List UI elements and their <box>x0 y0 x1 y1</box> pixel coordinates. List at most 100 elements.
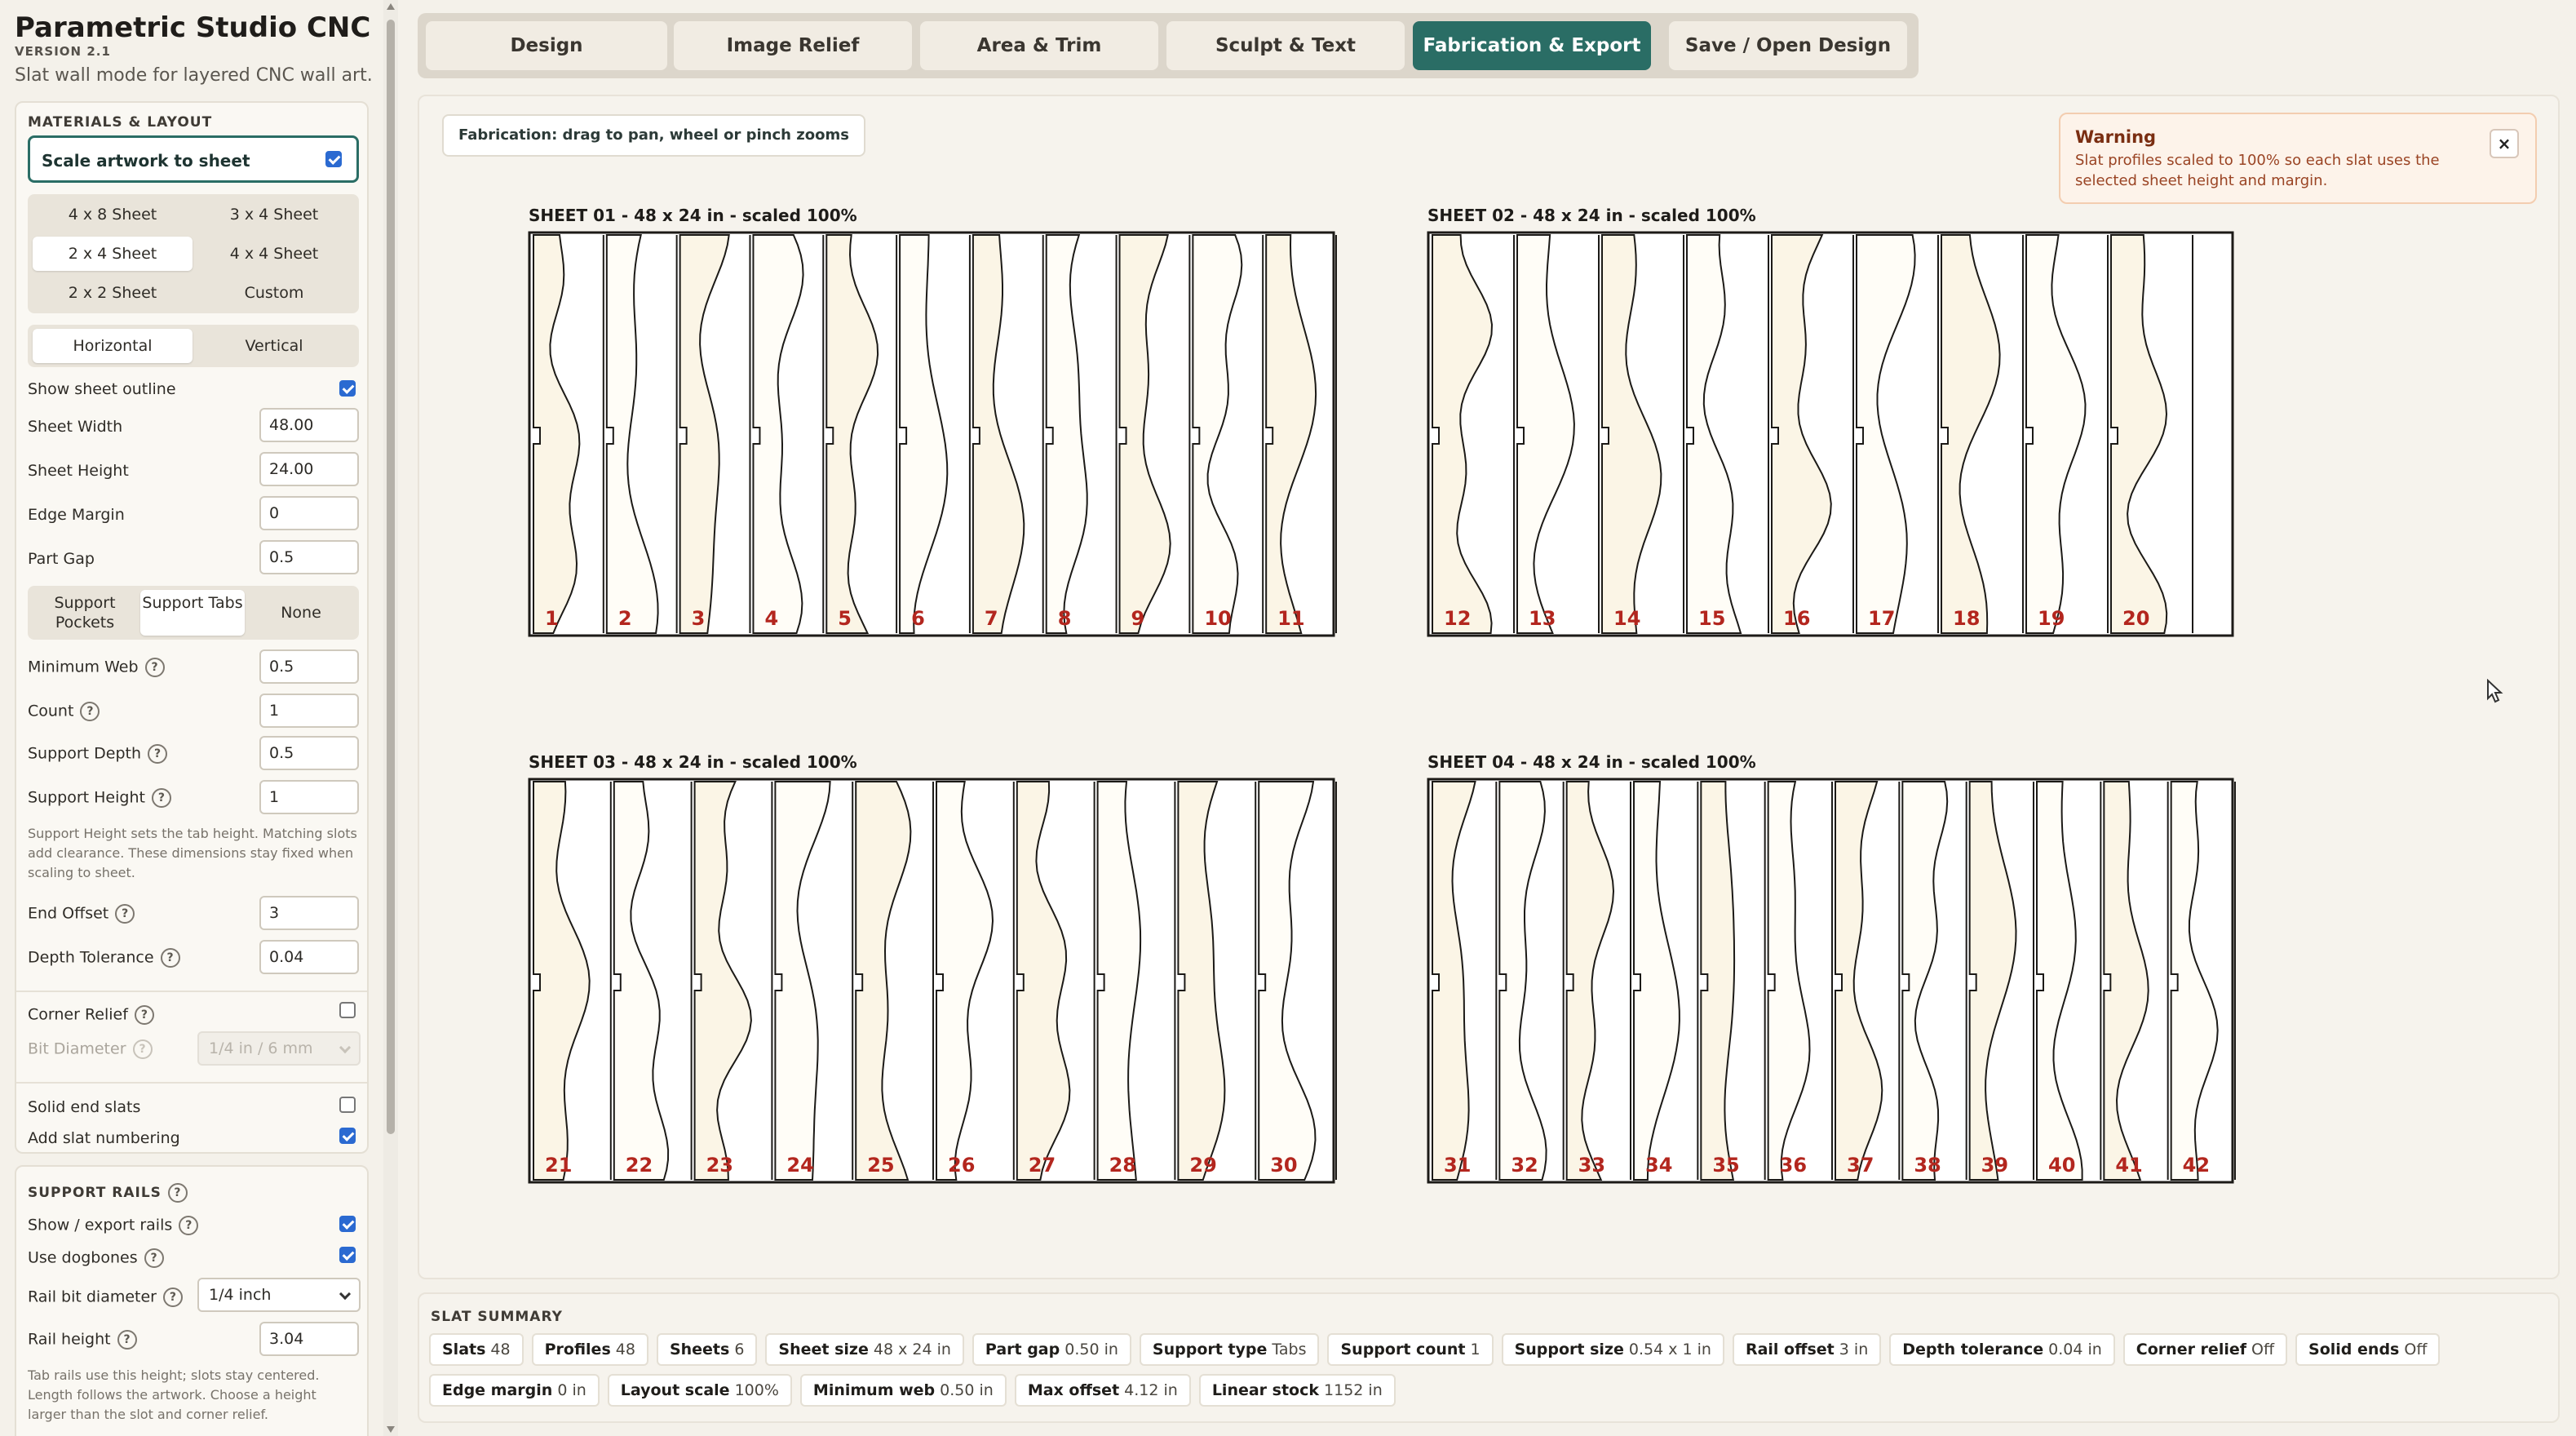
preset-custom[interactable]: Custom <box>194 276 354 310</box>
count-input[interactable]: 1 <box>259 694 359 728</box>
slat-number: 3 <box>692 607 706 630</box>
orientation-vertical[interactable]: Vertical <box>194 329 354 363</box>
preset-2x4-sheet[interactable]: 2 x 4 Sheet <box>33 237 193 271</box>
help-icon[interactable]: ? <box>162 1288 183 1307</box>
mouse-pointer-icon <box>2487 679 2503 703</box>
scroll-down-icon[interactable] <box>387 1426 395 1433</box>
close-icon[interactable]: × <box>2490 129 2519 158</box>
rail-height-input[interactable]: 3.04 <box>259 1322 359 1356</box>
edge-margin-input[interactable]: 0 <box>259 496 359 530</box>
summary-chip-value: 0.04 in <box>2048 1341 2102 1358</box>
sheet-preset-group: 4 x 8 Sheet 3 x 4 Sheet 2 x 4 Sheet 4 x … <box>28 194 359 313</box>
sheet-01[interactable]: 1 2 3 4 5 6 7 8 9 10 11 <box>528 231 1337 637</box>
summary-chip-key: Depth tolerance <box>1902 1341 2044 1358</box>
slat-number: 8 <box>1058 607 1072 630</box>
scale-to-sheet-checkbox[interactable] <box>325 151 342 167</box>
fabrication-canvas[interactable]: Fabrication: drag to pan, wheel or pinch… <box>418 95 2560 1279</box>
slat-number: 13 <box>1529 607 1556 630</box>
summary-chip-value: 4.12 in <box>1124 1381 1178 1399</box>
end-offset-input[interactable]: 3 <box>259 896 359 930</box>
slat-numbering-checkbox[interactable] <box>339 1128 356 1144</box>
bit-diameter-label: Bit Diameter? <box>28 1039 153 1059</box>
main-tabs: Design Image Relief Area & Trim Sculpt &… <box>418 13 1919 78</box>
slat-summary: SLAT SUMMARY Slats 48 Profiles 48 Sheets 6 She… <box>418 1292 2560 1423</box>
help-icon[interactable]: ? <box>80 702 100 721</box>
sheet-width-input[interactable]: 48.00 <box>259 408 359 442</box>
help-icon[interactable]: ? <box>167 1183 188 1203</box>
slat-number: 6 <box>911 607 925 630</box>
summary-chip: Rail offset 3 in <box>1732 1333 1882 1366</box>
help-icon[interactable]: ? <box>117 1330 137 1350</box>
scrollbar-thumb[interactable] <box>387 20 395 1134</box>
divider <box>16 1082 367 1084</box>
rail-bit-label: Rail bit diameter? <box>28 1288 183 1307</box>
preset-4x4-sheet[interactable]: 4 x 4 Sheet <box>194 237 354 271</box>
tab-image-relief[interactable]: Image Relief <box>674 21 912 70</box>
help-icon[interactable]: ? <box>151 788 171 808</box>
support-height-input[interactable]: 1 <box>259 780 359 814</box>
tab-sculpt-text[interactable]: Sculpt & Text <box>1166 21 1405 70</box>
preset-4x8-sheet[interactable]: 4 x 8 Sheet <box>33 197 193 232</box>
tab-save-open-design[interactable]: Save / Open Design <box>1669 21 1907 70</box>
help-icon: ? <box>132 1039 153 1059</box>
preset-2x2-sheet[interactable]: 2 x 2 Sheet <box>33 276 193 310</box>
slat-number: 1 <box>545 607 559 630</box>
support-depth-input[interactable]: 0.5 <box>259 736 359 770</box>
scroll-up-icon[interactable] <box>387 3 395 10</box>
slat-number: 35 <box>1712 1154 1739 1177</box>
warning-message: Slat profiles scaled to 100% so each sla… <box>2075 152 2440 189</box>
support-mode-group: Support Pockets Support Tabs None <box>28 586 359 640</box>
corner-relief-checkbox[interactable] <box>339 1002 356 1018</box>
bit-diameter-select: 1/4 in / 6 mm <box>197 1031 361 1066</box>
sheet-height-input[interactable]: 24.00 <box>259 452 359 486</box>
slat-number: 19 <box>2038 607 2065 630</box>
show-export-rails-checkbox[interactable] <box>339 1216 356 1232</box>
summary-chip-key: Solid ends <box>2308 1341 2400 1358</box>
help-icon[interactable]: ? <box>160 948 180 968</box>
help-icon[interactable]: ? <box>115 904 135 924</box>
preset-3x4-sheet[interactable]: 3 x 4 Sheet <box>194 197 354 232</box>
part-gap-input[interactable]: 0.5 <box>259 540 359 574</box>
depth-tolerance-input[interactable]: 0.04 <box>259 940 359 974</box>
minimum-web-input[interactable]: 0.5 <box>259 649 359 684</box>
scale-to-sheet-toggle[interactable]: Scale artwork to sheet <box>28 135 359 183</box>
summary-chip: Minimum web 0.50 in <box>799 1374 1007 1407</box>
help-icon[interactable]: ? <box>134 1005 154 1025</box>
summary-chip-key: Sheets <box>669 1341 730 1358</box>
sheet-02[interactable]: 12 13 14 15 16 17 18 19 20 <box>1427 231 2234 637</box>
help-icon[interactable]: ? <box>144 658 165 677</box>
help-icon[interactable]: ? <box>148 744 168 764</box>
tab-design[interactable]: Design <box>426 21 667 70</box>
tab-area-trim[interactable]: Area & Trim <box>920 21 1158 70</box>
summary-chip-value: 1152 in <box>1324 1381 1383 1399</box>
help-icon[interactable]: ? <box>179 1216 199 1235</box>
app-title: Parametric Studio CNC <box>15 11 371 44</box>
help-icon[interactable]: ? <box>144 1248 164 1268</box>
part-gap-label: Part Gap <box>28 550 95 568</box>
warning-toast: Warning Slat profiles scaled to 100% so … <box>2059 113 2537 204</box>
canvas-hint: Fabrication: drag to pan, wheel or pinch… <box>442 114 865 157</box>
dogbones-checkbox[interactable] <box>339 1247 356 1263</box>
show-outline-checkbox[interactable] <box>339 380 356 397</box>
sheet-03[interactable]: 21 22 23 24 25 26 27 28 29 30 <box>528 778 1337 1184</box>
tab-fabrication-export[interactable]: Fabrication & Export <box>1413 21 1651 70</box>
support-tabs-option[interactable]: Support Tabs <box>140 590 245 636</box>
app-version: VERSION 2.1 <box>15 44 111 59</box>
rail-bit-select[interactable]: 1/4 inch <box>197 1278 361 1312</box>
support-none-option[interactable]: None <box>248 590 354 636</box>
sheet-04[interactable]: 31 32 33 34 35 36 37 38 39 40 41 42 <box>1427 778 2236 1184</box>
orientation-horizontal[interactable]: Horizontal <box>33 329 193 363</box>
show-export-rails-label: Show / export rails? <box>28 1216 199 1235</box>
slat-number: 22 <box>626 1154 653 1177</box>
slat-number: 27 <box>1029 1154 1056 1177</box>
chevron-down-icon <box>339 1041 352 1054</box>
app-subtitle: Slat wall mode for layered CNC wall art. <box>15 65 373 86</box>
summary-chip: Solid ends Off <box>2295 1333 2441 1366</box>
summary-chip-key: Edge margin <box>442 1381 553 1399</box>
minimum-web-label: Minimum Web? <box>28 658 165 677</box>
summary-chip-key: Support type <box>1152 1341 1268 1358</box>
divider <box>16 991 367 992</box>
sidebar-scrollbar[interactable] <box>383 0 398 1436</box>
support-pockets-option[interactable]: Support Pockets <box>33 590 137 636</box>
solid-end-slats-checkbox[interactable] <box>339 1097 356 1113</box>
